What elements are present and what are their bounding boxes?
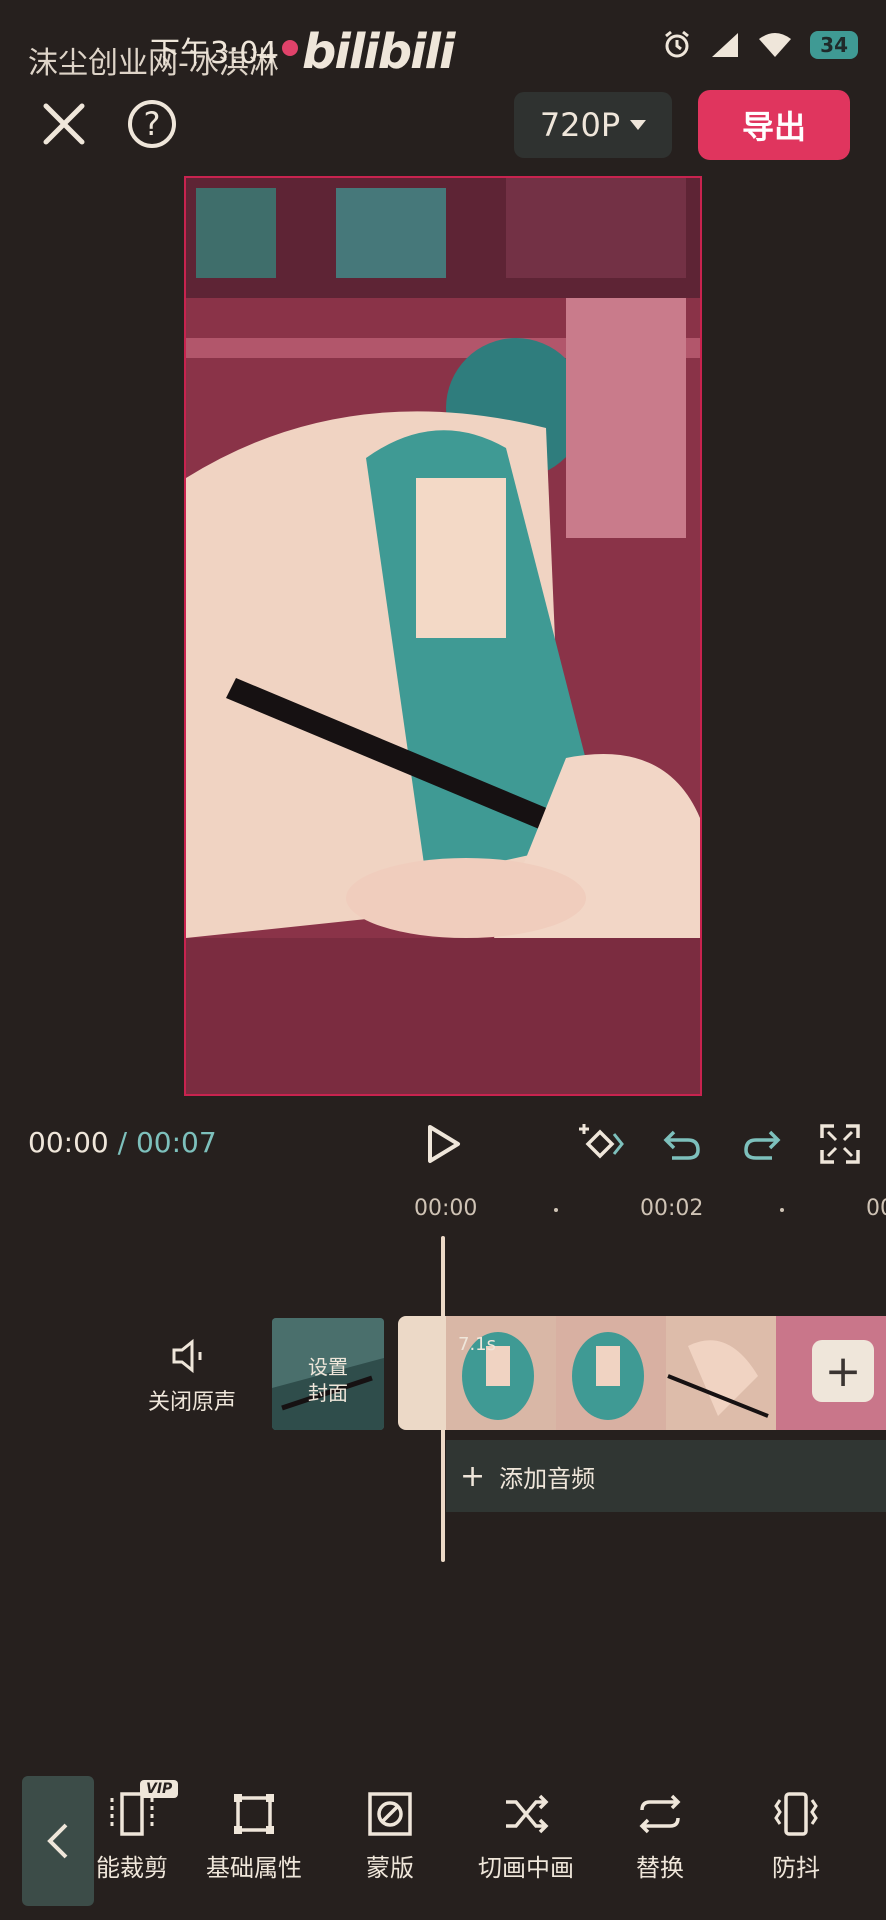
replace-icon [639, 1794, 681, 1834]
add-keyframe-button[interactable] [578, 1122, 624, 1166]
current-time: 00:00 [28, 1126, 109, 1159]
tool-label: 基础属性 [206, 1854, 302, 1882]
plus-icon: + [460, 1458, 486, 1494]
status-icons: 34 [662, 30, 858, 60]
video-frame-image [186, 178, 700, 1094]
keyframe-add-icon [579, 1124, 624, 1159]
cover-label-line2: 封面 [308, 1381, 348, 1405]
bilibili-logo: bilibili [302, 24, 455, 80]
tool-stabilize[interactable]: 防抖 [736, 1790, 856, 1883]
plus-icon: + [824, 1345, 862, 1397]
chevron-left-icon [47, 1823, 68, 1859]
export-button[interactable]: 导出 [698, 90, 850, 160]
tool-replace[interactable]: 替换 [600, 1790, 720, 1883]
tool-label: 能裁剪 [96, 1854, 168, 1882]
undo-button[interactable] [660, 1122, 704, 1166]
mute-original-label[interactable]: 关闭原声 [148, 1384, 236, 1416]
playhead[interactable] [441, 1236, 445, 1562]
timecode: 00:00 / 00:07 [28, 1126, 217, 1159]
question-icon: ? [143, 105, 161, 143]
basic-properties-icon [234, 1794, 274, 1834]
caret-down-icon [630, 120, 647, 130]
ruler-dot [554, 1208, 558, 1212]
play-button[interactable] [426, 1124, 462, 1164]
mask-icon [368, 1792, 412, 1836]
close-icon [43, 103, 85, 145]
resolution-selector[interactable]: 720P [514, 92, 672, 158]
tool-label: 切画中画 [478, 1854, 574, 1882]
alarm-icon [665, 30, 690, 58]
fullscreen-button[interactable] [818, 1122, 862, 1166]
tool-basic-properties[interactable]: 基础属性 [194, 1790, 314, 1883]
redo-icon [744, 1130, 781, 1160]
add-clip-button[interactable]: + [812, 1340, 874, 1402]
tool-label: 蒙版 [366, 1854, 414, 1882]
redo-button[interactable] [740, 1122, 784, 1166]
video-preview[interactable] [184, 176, 702, 1096]
pip-switch-icon [506, 1794, 549, 1834]
speaker-icon [172, 1338, 202, 1374]
ruler-tick-4: 00:0 [866, 1196, 886, 1221]
ruler-tick-0: 00:00 [414, 1196, 478, 1221]
undo-icon [663, 1130, 700, 1160]
time-separator: / [117, 1126, 128, 1159]
tool-label: 防抖 [772, 1854, 820, 1882]
recording-indicator [282, 40, 298, 56]
add-audio-button[interactable]: + 添加音频 [446, 1440, 886, 1512]
status-time: 下午3:04 [150, 36, 278, 71]
clip-duration: 7.1s [458, 1334, 497, 1355]
add-audio-label: 添加音频 [499, 1464, 596, 1493]
tool-mask[interactable]: 蒙版 [330, 1790, 450, 1883]
tool-pip-switch[interactable]: 切画中画 [466, 1790, 586, 1883]
fullscreen-icon [820, 1124, 860, 1164]
close-button[interactable] [36, 96, 92, 152]
help-button[interactable]: ? [128, 100, 176, 148]
signal-icon [712, 33, 739, 57]
ruler-dot [780, 1208, 784, 1212]
total-duration: 00:07 [135, 1126, 217, 1159]
ruler-tick-2: 00:02 [640, 1196, 704, 1221]
video-clip[interactable]: 7.1s + [398, 1316, 886, 1430]
tool-label: 替换 [636, 1854, 684, 1882]
tool-smart-crop[interactable]: 能裁剪 [72, 1790, 192, 1883]
cover-label-line1: 设置 [308, 1355, 348, 1379]
smart-crop-icon [110, 1792, 154, 1836]
resolution-value: 720P [539, 106, 621, 144]
stabilize-icon [774, 1792, 818, 1836]
mute-original-button[interactable] [170, 1338, 210, 1374]
wifi-icon [759, 33, 792, 57]
play-icon [428, 1125, 460, 1163]
set-cover-button[interactable]: 设置 封面 [272, 1318, 384, 1430]
battery-indicator: 34 [810, 31, 858, 59]
